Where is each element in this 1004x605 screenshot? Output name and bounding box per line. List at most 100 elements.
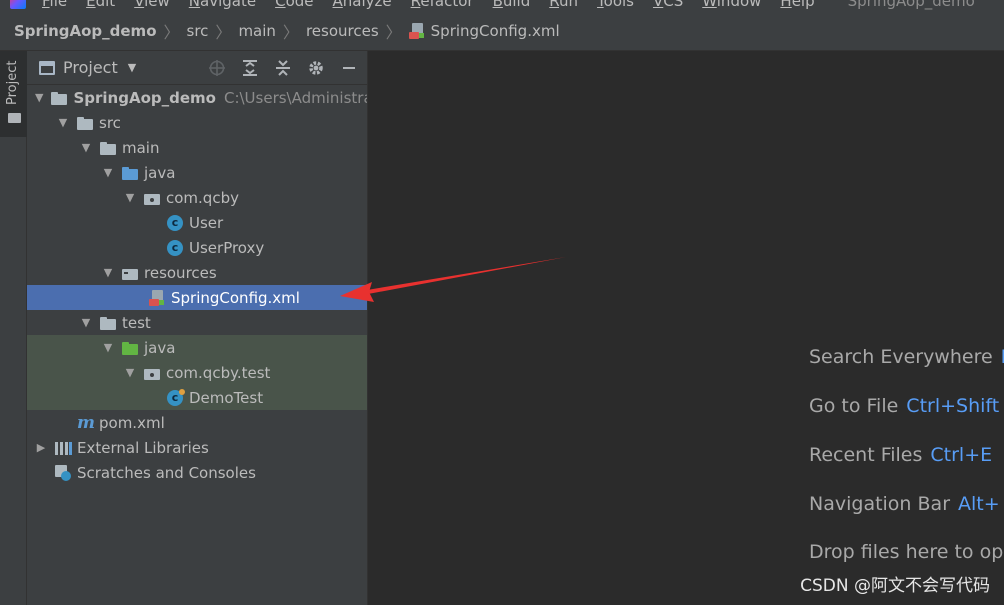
tree-node-test[interactable]: ▼ test: [27, 310, 367, 335]
hint-label: Drop files here to op: [809, 541, 1004, 563]
tree-node-label: resources: [144, 263, 217, 282]
menu-bar: File Edit View Navigate Code Analyze Ref…: [0, 0, 1004, 12]
menu-vcs[interactable]: VCS: [653, 0, 683, 10]
tree-node-user[interactable]: c User: [27, 210, 367, 235]
project-tool-tab[interactable]: Project: [0, 51, 27, 137]
tree-node-label: SpringConfig.xml: [171, 288, 300, 307]
watermark: CSDN @阿文不会写代码: [800, 576, 990, 596]
chevron-down-icon[interactable]: ▼: [57, 116, 69, 129]
chevron-down-icon[interactable]: ▼: [102, 166, 114, 179]
tree-node-root[interactable]: ▼ SpringAop_demo C:\Users\Administrat: [27, 85, 368, 110]
hint-search-everywhere: Search EverywhereD: [809, 346, 1004, 368]
project-tool-tab-label: Project: [5, 60, 20, 105]
tree-node-label: DemoTest: [189, 388, 264, 407]
menu-analyze[interactable]: Analyze: [333, 0, 392, 10]
tree-node-external-libraries[interactable]: ▶ External Libraries: [27, 435, 367, 460]
breadcrumb-separator-icon: 〉: [163, 23, 180, 42]
gear-icon[interactable]: [306, 58, 326, 78]
breadcrumb-separator-icon: 〉: [215, 23, 232, 42]
chevron-down-icon[interactable]: ▼: [80, 141, 92, 154]
hint-shortcut: Alt+: [958, 493, 1000, 515]
hint-navigation-bar: Navigation Bar Alt+: [809, 493, 1000, 515]
chevron-down-icon[interactable]: ▼: [124, 191, 136, 204]
tree-node-label: java: [144, 163, 176, 182]
tree-node-pom[interactable]: m pom.xml: [27, 410, 367, 435]
chevron-down-icon[interactable]: ▼: [102, 266, 114, 279]
project-view-selector[interactable]: Project: [63, 58, 118, 77]
window-title: SpringAop_demo: [847, 0, 975, 10]
menu-view[interactable]: View: [134, 0, 170, 10]
tree-node-label: User: [189, 213, 224, 232]
editor-area[interactable]: Search EverywhereD Go to FileCtrl+Shift …: [369, 51, 1004, 605]
tree-node-userproxy[interactable]: c UserProxy: [27, 235, 367, 260]
hint-drop-files: Drop files here to op: [809, 541, 1003, 563]
tree-node-resources[interactable]: ▼ resources: [27, 260, 367, 285]
java-class-icon: c: [167, 239, 183, 256]
chevron-right-icon[interactable]: ▶: [35, 441, 47, 454]
tree-node-springconfig[interactable]: SpringConfig.xml: [27, 285, 367, 310]
folder-icon: [77, 115, 93, 131]
module-folder-icon: [51, 90, 68, 106]
breadcrumb-resources[interactable]: resources: [306, 22, 379, 40]
tree-node-src[interactable]: ▼ src: [27, 110, 367, 135]
tree-node-package[interactable]: ▼ com.qcby: [27, 185, 367, 210]
locate-file-icon[interactable]: [207, 58, 227, 78]
hint-label: Search Everywhere: [809, 346, 993, 368]
tree-node-main[interactable]: ▼ main: [27, 135, 367, 160]
hint-label: Recent Files: [809, 444, 923, 466]
tree-node-test-java[interactable]: ▼ java: [27, 335, 367, 360]
menu-run[interactable]: Run: [549, 0, 578, 10]
menu-code[interactable]: Code: [275, 0, 313, 10]
menu-file[interactable]: File: [42, 0, 67, 10]
tree-node-label: pom.xml: [99, 413, 165, 432]
breadcrumb-project[interactable]: SpringAop_demo: [14, 22, 157, 40]
menu-build[interactable]: Build: [493, 0, 531, 10]
package-icon: [144, 365, 160, 381]
scratches-icon: [55, 464, 71, 481]
hint-go-to-file: Go to File Ctrl+Shift: [809, 395, 999, 417]
menu-window[interactable]: Window: [702, 0, 761, 10]
tree-node-demotest[interactable]: c DemoTest: [27, 385, 367, 410]
folder-icon: [100, 140, 116, 156]
resources-folder-icon: [122, 265, 138, 282]
tree-node-label: UserProxy: [189, 238, 265, 257]
breadcrumb-file-label: SpringConfig.xml: [430, 22, 560, 40]
menu-navigate[interactable]: Navigate: [189, 0, 256, 10]
project-view-icon: [39, 60, 55, 75]
menu-help[interactable]: Help: [780, 0, 814, 10]
chevron-down-icon[interactable]: ▼: [124, 366, 136, 379]
chevron-down-icon[interactable]: ▼: [35, 91, 43, 104]
project-panel-header: Project ▼: [27, 51, 367, 85]
tree-node-path: C:\Users\Administrat: [223, 88, 368, 107]
hint-label: Navigation Bar: [809, 493, 951, 515]
intellij-logo-icon: [10, 0, 26, 9]
tree-node-test-package[interactable]: ▼ com.qcby.test: [27, 360, 367, 385]
expand-all-icon[interactable]: [240, 58, 260, 78]
collapse-all-icon[interactable]: [273, 58, 293, 78]
tree-node-label: Scratches and Consoles: [77, 463, 256, 482]
breadcrumb-src[interactable]: src: [187, 22, 209, 40]
package-icon: [144, 190, 160, 206]
tree-node-main-java[interactable]: ▼ java: [27, 160, 367, 185]
chevron-down-icon[interactable]: ▼: [128, 61, 136, 74]
breadcrumb-file[interactable]: SpringConfig.xml: [408, 22, 560, 40]
minimize-icon[interactable]: [339, 58, 359, 78]
hint-recent-files: Recent Files Ctrl+E: [809, 444, 992, 466]
tool-window-stripe: Project: [0, 51, 27, 605]
breadcrumb-separator-icon: 〉: [385, 23, 402, 42]
tree-node-label: test: [122, 313, 151, 332]
menu-tools[interactable]: Tools: [597, 0, 634, 10]
hint-shortcut: Ctrl+Shift: [906, 395, 1000, 417]
breadcrumb-main[interactable]: main: [238, 22, 275, 40]
chevron-down-icon[interactable]: ▼: [80, 316, 92, 329]
maven-icon: m: [77, 412, 95, 433]
tree-node-label: main: [122, 138, 160, 157]
tree-node-label: java: [144, 338, 176, 357]
menu-edit[interactable]: Edit: [86, 0, 115, 10]
test-source-folder-icon: [122, 340, 138, 356]
panel-toolbar: [194, 51, 359, 85]
chevron-down-icon[interactable]: ▼: [102, 341, 114, 354]
breadcrumb: SpringAop_demo 〉 src 〉 main 〉 resources …: [0, 12, 1004, 51]
tree-node-scratches[interactable]: Scratches and Consoles: [27, 460, 367, 485]
menu-refactor[interactable]: Refactor: [411, 0, 474, 10]
